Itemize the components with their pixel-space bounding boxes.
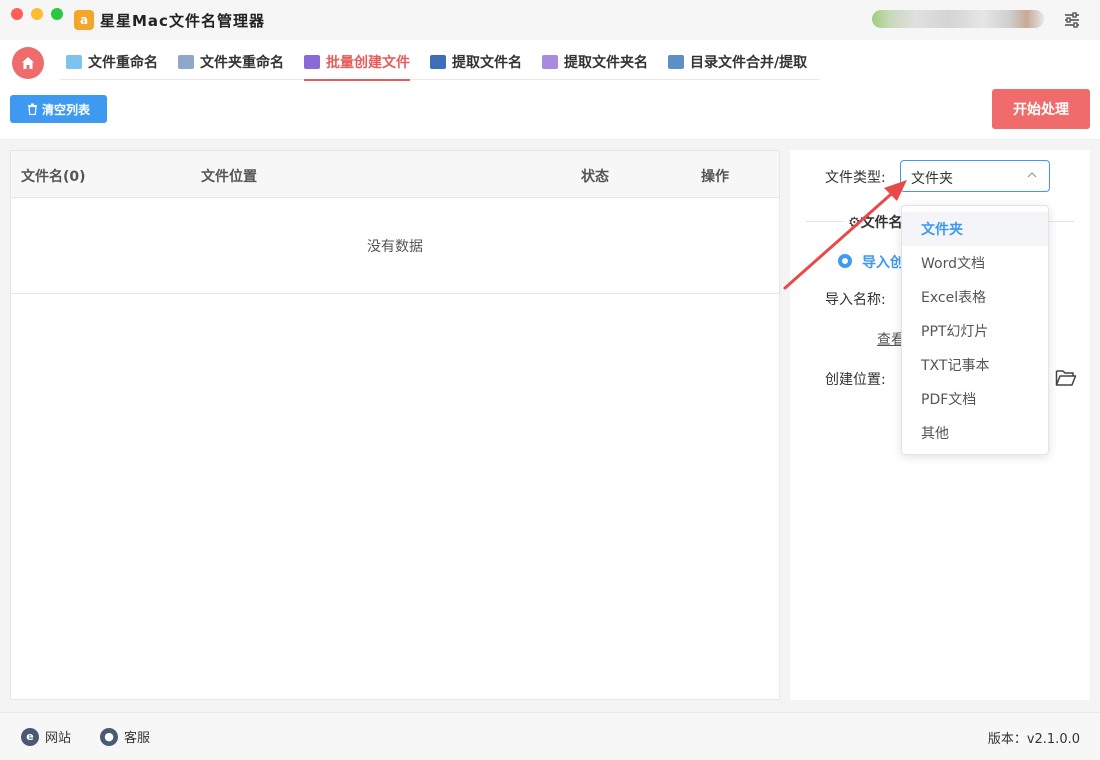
settings-sliders-icon[interactable] xyxy=(1062,10,1082,30)
column-location[interactable]: 文件位置 xyxy=(201,166,257,186)
service-label: 客服 xyxy=(124,731,151,746)
tab-label: 提取文件夹名 xyxy=(564,55,648,71)
tab-extract-foldername[interactable]: 提取文件夹名 xyxy=(542,44,648,80)
column-filename[interactable]: 文件名(0) xyxy=(21,166,86,186)
start-processing-button[interactable]: 开始处理 xyxy=(992,89,1090,129)
file-type-dropdown: 文件夹 Word文档 Excel表格 PPT幻灯片 TXT记事本 PDF文档 其… xyxy=(901,205,1049,455)
table-header: 文件名(0) 文件位置 状态 操作 xyxy=(11,151,779,198)
tab-extract-filename[interactable]: 提取文件名 xyxy=(430,44,522,80)
column-actions[interactable]: 操作 xyxy=(701,166,729,186)
app-title: 星星Mac文件名管理器 xyxy=(100,12,265,30)
dropdown-option-ppt[interactable]: PPT幻灯片 xyxy=(902,314,1048,348)
dropdown-option-excel[interactable]: Excel表格 xyxy=(902,280,1048,314)
tab-label: 目录文件合并/提取 xyxy=(690,55,808,71)
tab-label: 文件重命名 xyxy=(88,55,158,71)
folder-rename-icon xyxy=(178,55,194,69)
file-table: 文件名(0) 文件位置 状态 操作 没有数据 xyxy=(10,150,780,700)
window-minimize-button[interactable] xyxy=(31,8,43,20)
dropdown-option-other[interactable]: 其他 xyxy=(902,416,1048,450)
website-e-icon: e xyxy=(21,727,39,746)
extract-foldername-icon xyxy=(542,55,558,69)
customer-service-link[interactable]: ● 客服 xyxy=(100,727,150,746)
clear-list-button[interactable]: 清空列表 xyxy=(10,95,107,123)
status-bar: e 网站 ● 客服 版本：v2.1.0.0 xyxy=(0,712,1100,760)
website-link[interactable]: e 网站 xyxy=(21,727,71,746)
website-label: 网站 xyxy=(45,731,72,746)
chevron-up-icon xyxy=(1027,172,1037,178)
tab-merge-extract[interactable]: 目录文件合并/提取 xyxy=(668,44,807,80)
chat-bubble-icon: ● xyxy=(100,727,118,746)
tab-bar: 文件重命名 文件夹重命名 批量创建文件 提取文件名 提取文件夹名 目录文件合并/… xyxy=(60,44,820,81)
app-logo-icon: a xyxy=(74,10,94,30)
trash-icon xyxy=(27,103,37,115)
extract-filename-icon xyxy=(430,55,446,69)
file-type-select[interactable]: 文件夹 xyxy=(900,160,1050,192)
version-text: 版本：v2.1.0.0 xyxy=(987,732,1080,747)
window-close-button[interactable] xyxy=(11,8,23,20)
tab-label: 提取文件名 xyxy=(452,55,522,71)
home-button[interactable] xyxy=(12,47,44,79)
dropdown-option-word[interactable]: Word文档 xyxy=(902,246,1048,280)
create-location-label: 创建位置: xyxy=(825,372,886,388)
tab-folder-rename[interactable]: 文件夹重命名 xyxy=(178,44,284,80)
dropdown-option-txt[interactable]: TXT记事本 xyxy=(902,348,1048,382)
tab-label: 批量创建文件 xyxy=(326,55,410,71)
folder-open-icon[interactable] xyxy=(1055,369,1077,387)
annotation-arrow-icon xyxy=(783,180,907,290)
user-avatar[interactable] xyxy=(872,10,1044,28)
column-status[interactable]: 状态 xyxy=(581,166,609,186)
clear-list-label: 清空列表 xyxy=(41,102,90,117)
dropdown-option-folder[interactable]: 文件夹 xyxy=(902,212,1048,246)
tab-label: 文件夹重命名 xyxy=(200,55,284,71)
dropdown-option-pdf[interactable]: PDF文档 xyxy=(902,382,1048,416)
window-maximize-button[interactable] xyxy=(51,8,63,20)
empty-placeholder: 没有数据 xyxy=(11,198,779,294)
merge-extract-icon xyxy=(668,55,684,69)
tab-batch-create[interactable]: 批量创建文件 xyxy=(304,44,410,81)
batch-create-icon xyxy=(304,55,320,69)
home-icon xyxy=(22,57,34,69)
tab-file-rename[interactable]: 文件重命名 xyxy=(66,44,158,80)
title-bar: a 星星Mac文件名管理器 xyxy=(0,0,1100,40)
file-rename-icon xyxy=(66,55,82,69)
